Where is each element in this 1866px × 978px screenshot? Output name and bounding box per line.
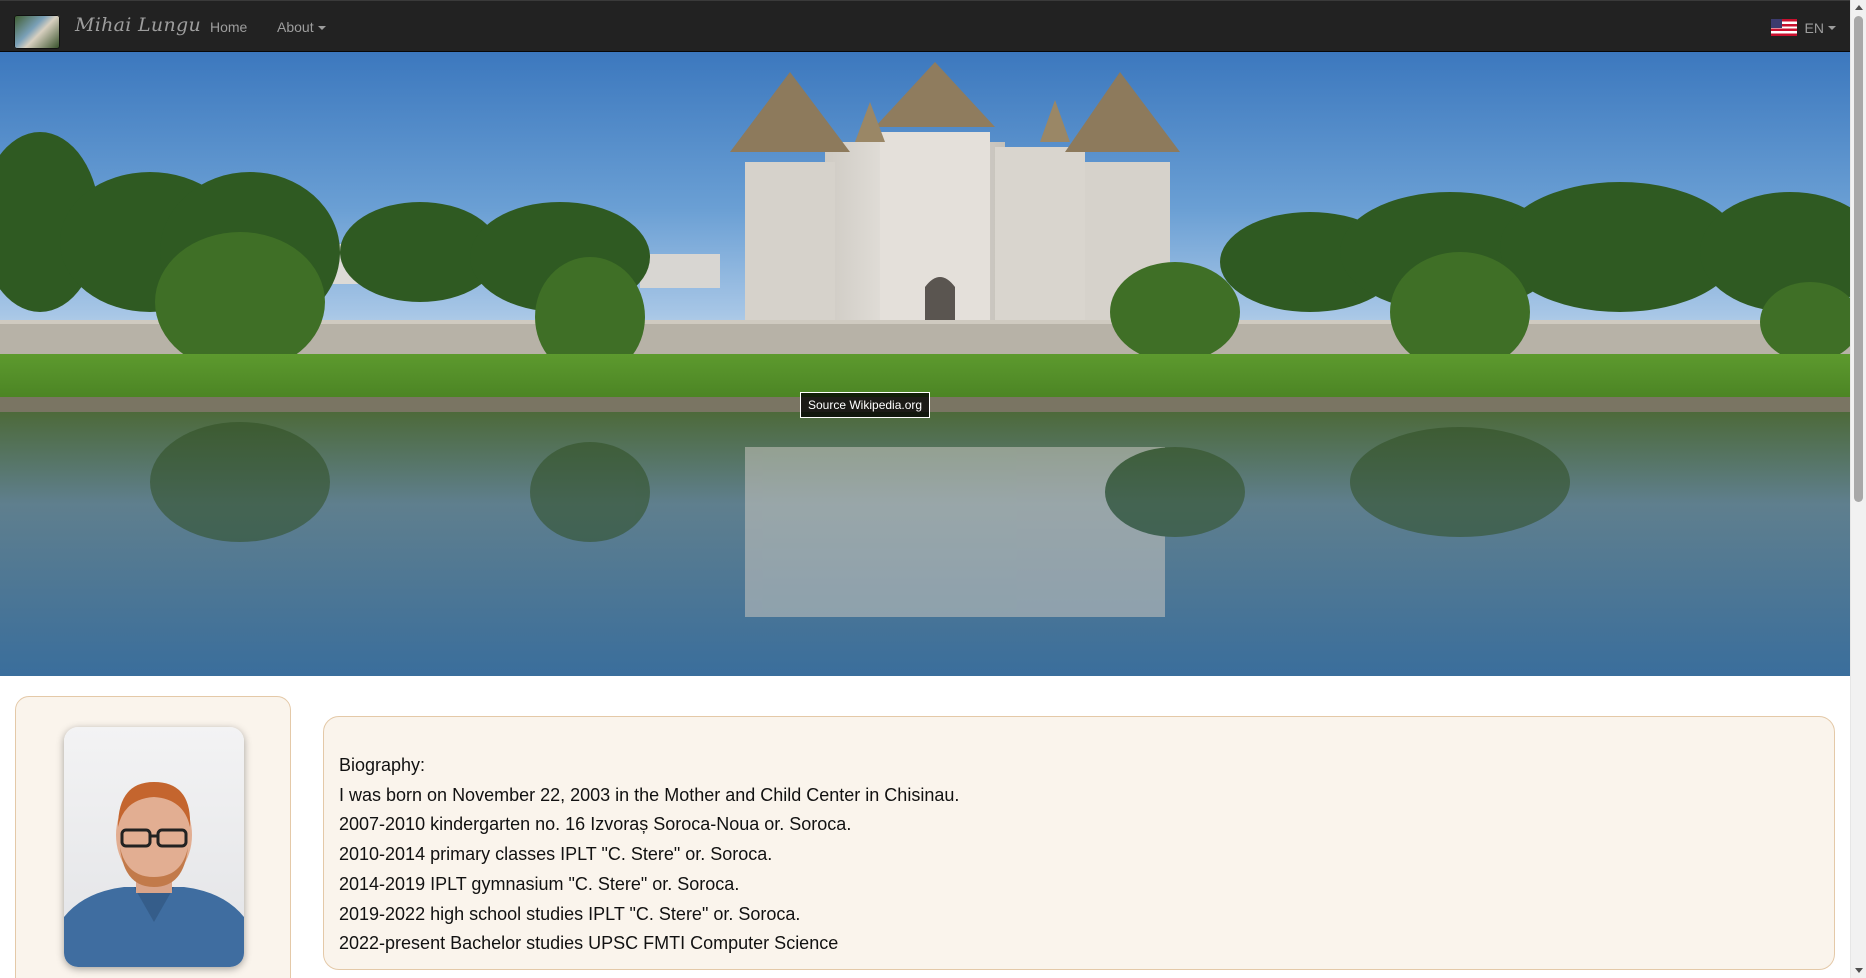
top-navbar: Mihai Lungu Home About EN <box>0 0 1850 52</box>
nav-home-link[interactable]: Home <box>210 19 247 35</box>
scroll-thumb[interactable] <box>1854 16 1863 502</box>
scroll-down-icon[interactable] <box>1855 968 1863 973</box>
profile-photo <box>64 782 244 967</box>
caret-down-icon <box>1828 25 1836 30</box>
nav-about-dropdown[interactable]: About <box>277 19 326 35</box>
castle-photo <box>0 62 1850 676</box>
scroll-up-icon[interactable] <box>1855 5 1863 10</box>
biography-card: Biography: I was born on November 22, 20… <box>323 716 1835 970</box>
caret-down-icon <box>317 26 326 31</box>
biography-line: 2010-2014 primary classes IPLT "C. Stere… <box>339 844 773 865</box>
us-flag-icon <box>1770 19 1797 36</box>
language-dropdown[interactable]: EN <box>1770 19 1836 36</box>
brand-name-link[interactable]: Mihai Lungu <box>75 14 201 36</box>
biography-heading: Biography: <box>339 755 426 775</box>
biography-line: 2007-2010 kindergarten no. 16 Izvoraș So… <box>339 814 852 835</box>
avatar <box>64 727 244 967</box>
page-scrollbar[interactable] <box>1850 0 1866 978</box>
image-source-caption: Source Wikipedia.org <box>800 392 931 418</box>
page: Mihai Lungu Home About EN Source Wikiped… <box>0 0 1866 978</box>
biography-line: I was born on November 22, 2003 in the M… <box>339 784 960 805</box>
brand-logo[interactable] <box>14 15 60 49</box>
hero-image: Source Wikipedia.org <box>0 52 1850 676</box>
biography-line: 2022-present Bachelor studies UPSC FMTI … <box>339 933 839 954</box>
nav-about-label: About <box>277 19 314 35</box>
biography-line: 2014-2019 IPLT gymnasium "C. Stere" or. … <box>339 873 740 894</box>
language-label: EN <box>1804 19 1824 36</box>
biography-line: 2019-2022 high school studies IPLT "C. S… <box>339 903 801 924</box>
profile-card <box>15 696 291 978</box>
